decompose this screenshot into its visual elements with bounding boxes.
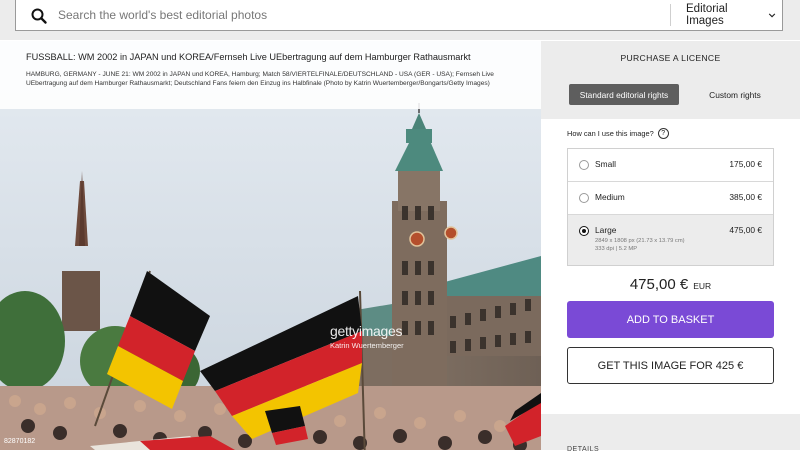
- add-to-basket-button[interactable]: ADD TO BASKET: [567, 301, 774, 338]
- photo-title: FUSSBALL: WM 2002 in JAPAN und KOREA/Fer…: [26, 52, 471, 62]
- top-bar: Editorial Images: [0, 0, 800, 40]
- size-price: 175,00 €: [729, 159, 762, 169]
- size-option-medium[interactable]: Medium 385,00 €: [568, 182, 773, 215]
- help-icon[interactable]: ?: [657, 128, 669, 139]
- usage-question-text: How can I use this image?: [567, 129, 654, 138]
- license-tabs: Standard editorial rights Custom rights: [541, 77, 800, 113]
- purchase-heading: PURCHASE A LICENCE: [620, 53, 721, 63]
- photo-caption: FUSSBALL: WM 2002 in JAPAN und KOREA/Fer…: [0, 41, 541, 109]
- total-price: 475,00 € EUR: [541, 276, 800, 293]
- size-name: Small: [595, 159, 616, 169]
- search-bar: Editorial Images: [15, 0, 783, 31]
- radio-large[interactable]: [579, 226, 589, 236]
- total-currency: EUR: [693, 281, 712, 291]
- image-type-dropdown[interactable]: Editorial Images: [686, 3, 776, 27]
- editorial-photo[interactable]: FUSSBALL: WM 2002 in JAPAN und KOREA/Fer…: [0, 41, 541, 450]
- size-name: Medium: [595, 192, 625, 202]
- size-options: Small 175,00 € Medium 385,00 € Large 475…: [567, 148, 774, 266]
- size-option-large[interactable]: Large 475,00 € 2849 x 1808 px (21.73 x 1…: [568, 215, 773, 265]
- photo-description: HAMBURG, GERMANY - JUNE 21: WM 2002 in J…: [26, 70, 494, 87]
- usage-question: How can I use this image? ?: [567, 128, 669, 139]
- getty-logo: gettyimages: [330, 323, 403, 339]
- radio-small[interactable]: [579, 160, 589, 170]
- search-divider: [670, 4, 671, 26]
- search-input[interactable]: [58, 4, 658, 26]
- tab-custom-rights[interactable]: Custom rights: [691, 84, 779, 105]
- size-price: 385,00 €: [729, 192, 762, 202]
- chevron-down-icon: [768, 12, 776, 18]
- tab-standard-editorial-rights[interactable]: Standard editorial rights: [569, 84, 679, 105]
- image-type-selected: Editorial Images: [686, 3, 728, 27]
- photo-credit: Katrin Wuertemberger: [330, 341, 404, 350]
- license-options-area: How can I use this image? ? Small 175,00…: [541, 119, 800, 414]
- total-amount: 475,00 €: [629, 276, 689, 293]
- size-price: 475,00 €: [729, 225, 762, 235]
- getty-watermark: gettyimages Katrin Wuertemberger: [330, 323, 404, 350]
- search-icon[interactable]: [30, 7, 48, 25]
- size-dimensions: 2849 x 1808 px (21.73 x 13.79 cm): [595, 238, 685, 244]
- purchase-panel: PURCHASE A LICENCE Standard editorial ri…: [541, 41, 800, 453]
- size-resolution: 333 dpi | 5.2 MP: [595, 246, 638, 252]
- radio-medium[interactable]: [579, 193, 589, 203]
- get-image-offer-button[interactable]: GET THIS IMAGE FOR 425 €: [567, 347, 774, 384]
- size-option-small[interactable]: Small 175,00 €: [568, 149, 773, 182]
- image-id: 82870182: [4, 438, 36, 445]
- size-name: Large: [595, 225, 617, 235]
